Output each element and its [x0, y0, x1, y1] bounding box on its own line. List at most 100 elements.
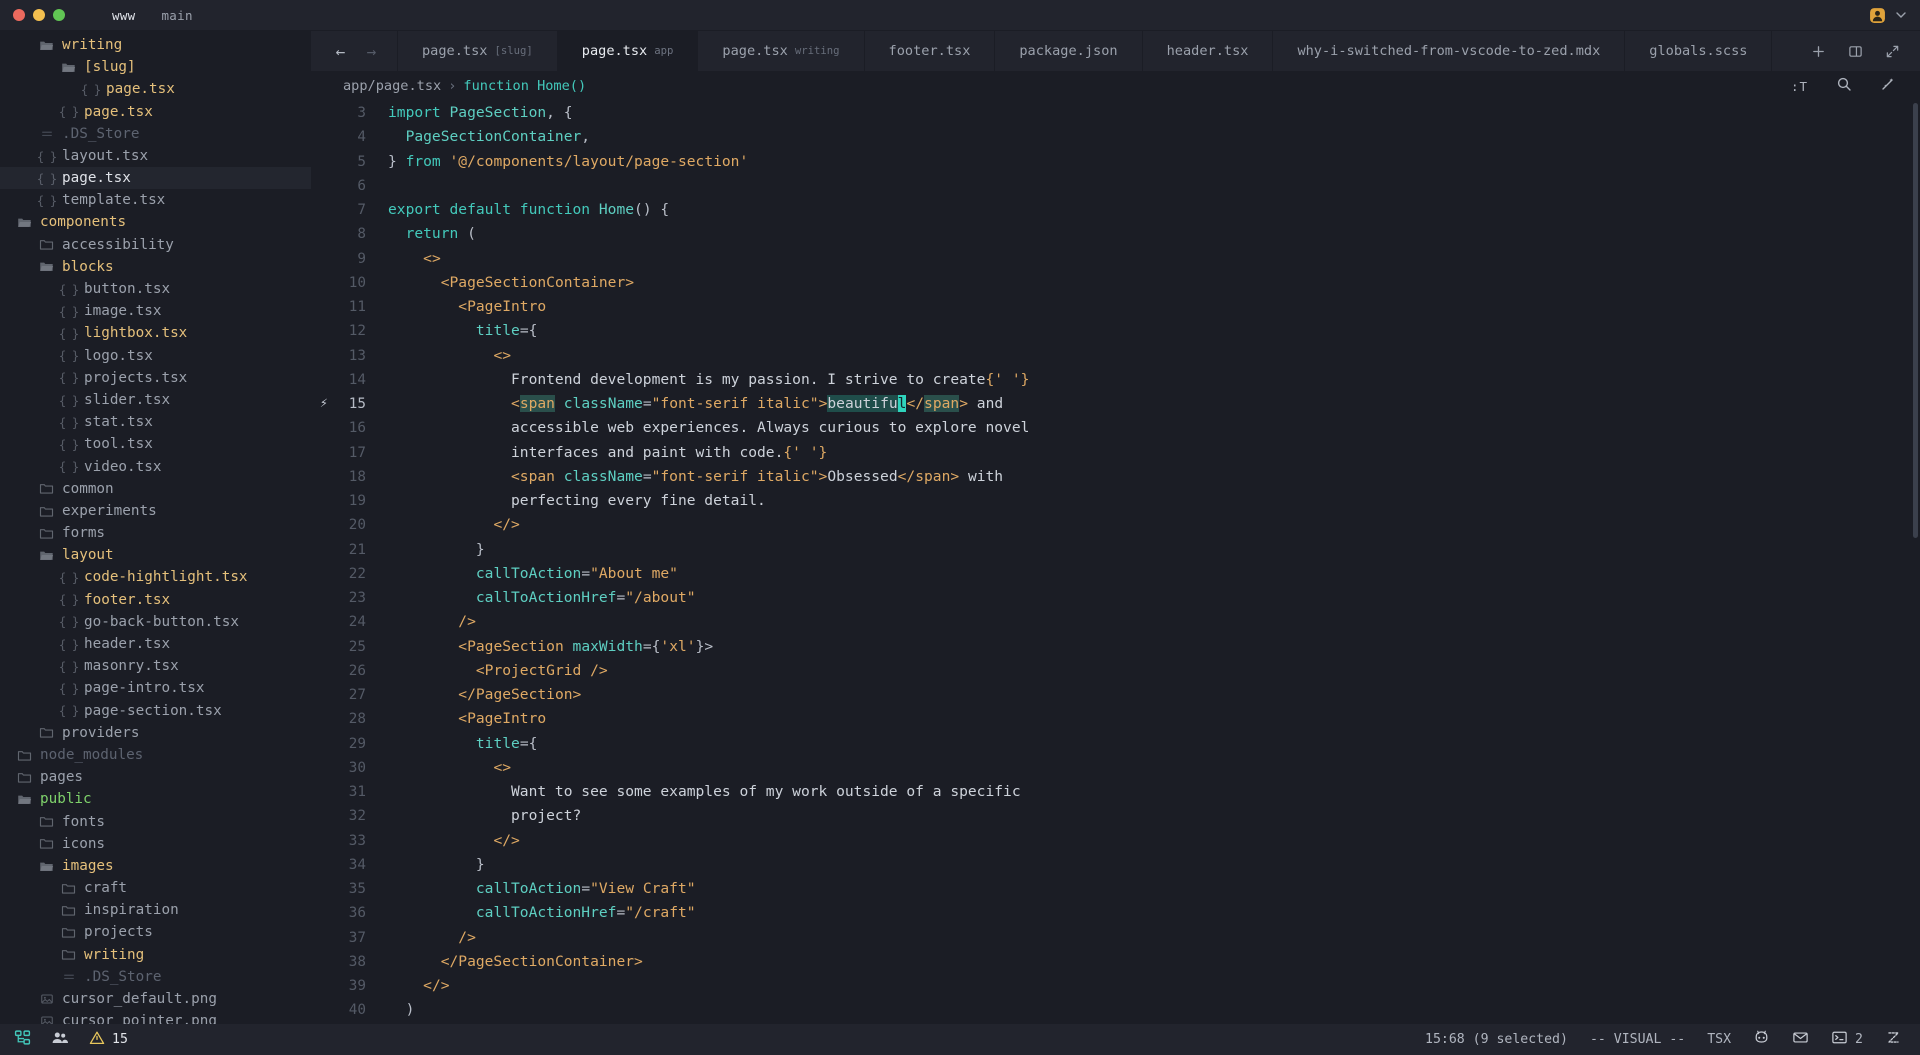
terminal-panel-toggle[interactable]: 2	[1831, 1029, 1863, 1050]
file-tree-item-experiments[interactable]: experiments	[0, 500, 311, 522]
code-line[interactable]: PageSectionContainer,	[388, 125, 1920, 149]
file-tree-item-logo-tsx[interactable]: { } logo.tsx	[0, 345, 311, 367]
code-line[interactable]: title={	[388, 319, 1920, 343]
code-line[interactable]: <PageIntro	[388, 295, 1920, 319]
code-line[interactable]: <span className="font-serif italic">Obse…	[388, 465, 1920, 489]
chevron-down-icon[interactable]	[1896, 10, 1906, 20]
code-line[interactable]: </>	[388, 974, 1920, 998]
file-tree-item--ds-store[interactable]: .DS_Store	[0, 123, 311, 145]
file-tree-item-header-tsx[interactable]: { } header.tsx	[0, 633, 311, 655]
code-line[interactable]: )	[388, 998, 1920, 1022]
file-tree-item-pages[interactable]: pages	[0, 766, 311, 788]
zed-assistant-icon[interactable]	[1885, 1029, 1902, 1050]
copilot-icon[interactable]	[1753, 1029, 1770, 1050]
code-line[interactable]: <>	[388, 247, 1920, 271]
code-line[interactable]: <span className="font-serif italic">beau…	[388, 392, 1920, 416]
run-code-action-icon[interactable]: ⚡	[320, 392, 328, 416]
tab-globals-scss[interactable]: globals.scss	[1625, 31, 1773, 71]
file-tree-item-components[interactable]: components	[0, 212, 311, 234]
code-line[interactable]: />	[388, 926, 1920, 950]
code-line[interactable]: </>	[388, 829, 1920, 853]
code-line[interactable]: export default function Home() {	[388, 198, 1920, 222]
project-panel-icon[interactable]	[14, 1029, 31, 1050]
file-tree-item-projects-tsx[interactable]: { } projects.tsx	[0, 367, 311, 389]
file-tree-item-page-tsx[interactable]: { } page.tsx	[0, 167, 311, 190]
code-line[interactable]: callToAction="About me"	[388, 562, 1920, 586]
diagnostics-warning-status[interactable]: 15	[89, 1030, 128, 1050]
split-pane-icon[interactable]	[1848, 44, 1863, 59]
file-tree-item-page-intro-tsx[interactable]: { } page-intro.tsx	[0, 677, 311, 699]
code-line[interactable]: interfaces and paint with code.{' '}	[388, 441, 1920, 465]
code-line[interactable]: callToActionHref="/craft"	[388, 901, 1920, 925]
file-tree-item-slider-tsx[interactable]: { } slider.tsx	[0, 389, 311, 411]
code-line[interactable]: return (	[388, 222, 1920, 246]
code-line[interactable]: <PageSectionContainer>	[388, 271, 1920, 295]
file-tree-item-stat-tsx[interactable]: { } stat.tsx	[0, 411, 311, 433]
notifications-icon[interactable]	[1792, 1029, 1809, 1050]
minimize-window-button[interactable]	[33, 9, 45, 21]
code-line[interactable]: </>	[388, 513, 1920, 537]
file-tree-item-page-tsx[interactable]: { } page.tsx	[0, 78, 311, 100]
file-tree-item-masonry-tsx[interactable]: { } masonry.tsx	[0, 655, 311, 677]
new-tab-icon[interactable]	[1811, 44, 1826, 59]
file-tree-item-cursor-default-png[interactable]: cursor_default.png	[0, 988, 311, 1010]
code-content[interactable]: import PageSection, { PageSectionContain…	[376, 101, 1920, 1024]
file-tree-item-icons[interactable]: icons	[0, 833, 311, 855]
project-name[interactable]: www	[112, 8, 135, 23]
file-tree-item-fonts[interactable]: fonts	[0, 811, 311, 833]
code-line[interactable]: callToAction="View Craft"	[388, 877, 1920, 901]
code-line[interactable]: accessible web experiences. Always curio…	[388, 416, 1920, 440]
file-tree-item-providers[interactable]: providers	[0, 722, 311, 744]
file-tree-item-template-tsx[interactable]: { } template.tsx	[0, 189, 311, 211]
expand-icon[interactable]	[1885, 44, 1900, 59]
code-line[interactable]: <ProjectGrid />	[388, 659, 1920, 683]
vertical-scrollbar[interactable]	[1913, 103, 1918, 538]
maximize-window-button[interactable]	[53, 9, 65, 21]
collab-avatar-icon[interactable]	[1869, 7, 1886, 24]
code-line[interactable]: title={	[388, 732, 1920, 756]
code-line[interactable]: }	[388, 1023, 1920, 1025]
file-tree-item-image-tsx[interactable]: { } image.tsx	[0, 300, 311, 322]
file-tree-item-forms[interactable]: forms	[0, 522, 311, 544]
tab-page-tsx-app[interactable]: page.tsx app	[557, 31, 699, 71]
file-tree-item-common[interactable]: common	[0, 478, 311, 500]
file-tree-item-button-tsx[interactable]: { } button.tsx	[0, 278, 311, 300]
code-line[interactable]: </PageSectionContainer>	[388, 950, 1920, 974]
breadcrumb-symbol[interactable]: function Home()	[463, 78, 586, 94]
collaboration-icon[interactable]	[51, 1029, 69, 1051]
language-indicator[interactable]: TSX	[1707, 1032, 1731, 1047]
search-icon[interactable]	[1836, 76, 1852, 96]
close-window-button[interactable]	[13, 9, 25, 21]
code-editor[interactable]: 3 4 5 6 7 8 9 10 11 12 13 14 15 ⚡ 16 17 18 19 20 21 22 23 24 25…	[311, 101, 1920, 1024]
file-tree-item-writing[interactable]: writing	[0, 944, 311, 966]
file-tree-item-blocks[interactable]: blocks	[0, 256, 311, 278]
file-tree-item-node-modules[interactable]: node_modules	[0, 744, 311, 766]
tab-package-json[interactable]: package.json	[995, 31, 1143, 71]
code-line[interactable]	[388, 174, 1920, 198]
git-branch-name[interactable]: main	[161, 8, 192, 23]
assistant-icon[interactable]	[1880, 76, 1896, 96]
file-tree-item-page-section-tsx[interactable]: { } page-section.tsx	[0, 700, 311, 722]
code-line[interactable]: </PageSection>	[388, 683, 1920, 707]
code-line[interactable]: } from '@/components/layout/page-section…	[388, 150, 1920, 174]
code-line[interactable]: <PageSection maxWidth={'xl'}>	[388, 635, 1920, 659]
file-tree-item-code-hightlight-tsx[interactable]: { } code-hightlight.tsx	[0, 567, 311, 589]
tab-why-i-switched-from-vscode-to-zed-mdx[interactable]: why-i-switched-from-vscode-to-zed.mdx	[1273, 31, 1626, 71]
file-tree-item-page-tsx[interactable]: { } page.tsx	[0, 101, 311, 123]
file-tree-item-public[interactable]: public	[0, 788, 311, 810]
code-line[interactable]: }	[388, 538, 1920, 562]
code-line[interactable]: <PageIntro	[388, 707, 1920, 731]
code-line[interactable]: import PageSection, {	[388, 101, 1920, 125]
window-controls[interactable]	[0, 9, 65, 21]
file-tree-item-tool-tsx[interactable]: { } tool.tsx	[0, 433, 311, 455]
file-tree-item-cursor-pointer-png[interactable]: cursor_pointer.png	[0, 1010, 311, 1024]
tab-footer-tsx[interactable]: footer.tsx	[864, 31, 996, 71]
code-line[interactable]: />	[388, 610, 1920, 634]
file-tree-item-inspiration[interactable]: inspiration	[0, 899, 311, 921]
breadcrumb-path[interactable]: app/page.tsx	[343, 78, 441, 94]
code-line[interactable]: }	[388, 853, 1920, 877]
tab-page-tsx-writing[interactable]: page.tsx writing	[698, 31, 865, 71]
tab-page-tsx-slug[interactable]: page.tsx [slug]	[398, 31, 558, 71]
code-line[interactable]: <>	[388, 344, 1920, 368]
file-tree-item-footer-tsx[interactable]: { } footer.tsx	[0, 589, 311, 611]
